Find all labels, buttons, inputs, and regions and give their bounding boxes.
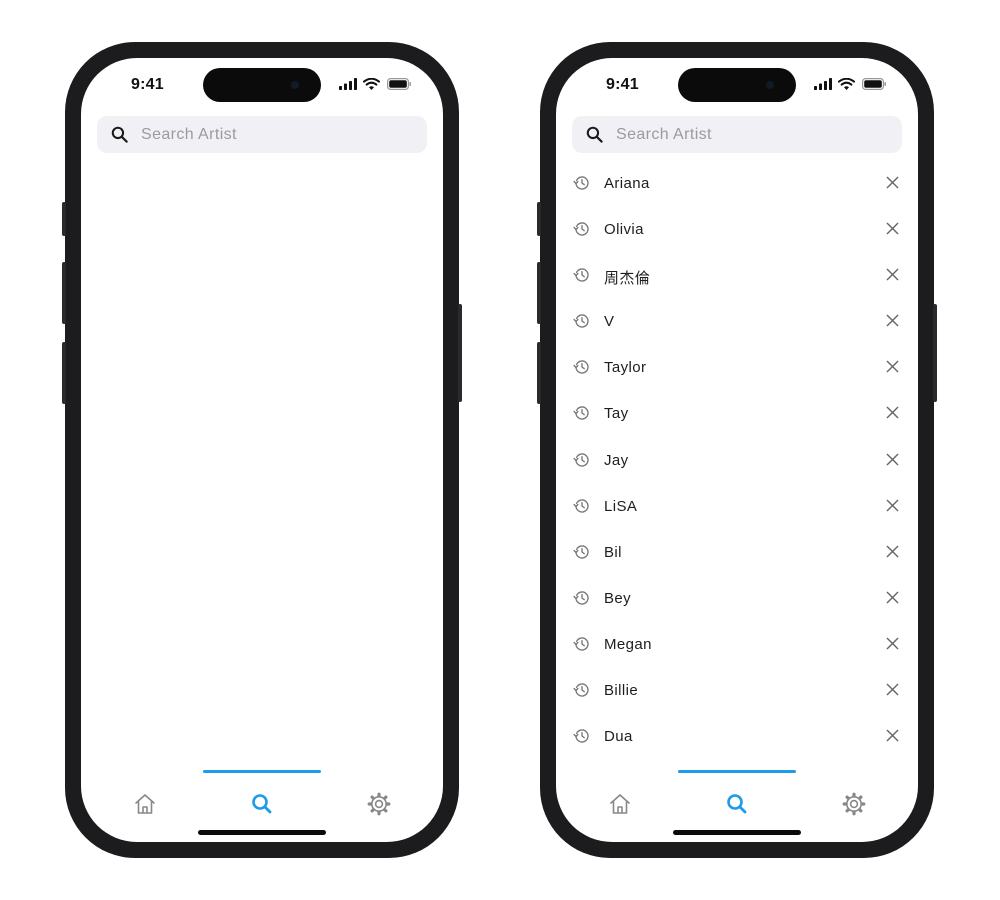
search-bar[interactable]: [572, 116, 902, 153]
history-item-label: Ariana: [604, 175, 650, 192]
volume-down-button: [62, 342, 66, 404]
close-icon[interactable]: [885, 359, 900, 374]
wifi-icon: [838, 78, 855, 90]
screen: 9:41: [81, 58, 443, 842]
phone-frame: 9:41: [62, 42, 462, 858]
gear-icon: [842, 792, 866, 816]
status-time: 9:41: [606, 76, 639, 93]
history-icon: [573, 591, 589, 605]
search-input[interactable]: [141, 116, 411, 153]
status-icons: [814, 78, 886, 90]
history-item-label: Dua: [604, 728, 633, 746]
history-icon: [573, 406, 589, 421]
tab-search[interactable]: [723, 790, 751, 818]
history-item[interactable]: Bey: [556, 575, 918, 621]
history-item[interactable]: V: [556, 298, 918, 344]
search-history-list: Ariana Olivia 周杰倫 V Taylor Tay Jay LiSA …: [556, 160, 918, 759]
history-item[interactable]: LiSA: [556, 483, 918, 529]
history-icon: [573, 222, 589, 236]
close-icon[interactable]: [885, 682, 900, 697]
history-item-label: Olivia: [604, 221, 644, 239]
tab-settings[interactable]: [840, 790, 868, 818]
status-icons: [339, 78, 411, 90]
history-item[interactable]: Olivia: [556, 206, 918, 252]
history-item[interactable]: Dua: [556, 713, 918, 759]
close-icon[interactable]: [885, 175, 900, 190]
status-time: 9:41: [131, 76, 164, 93]
search-icon: [252, 794, 272, 814]
close-icon[interactable]: [885, 405, 900, 420]
gear-icon: [367, 792, 391, 816]
history-item[interactable]: Bil: [556, 529, 918, 575]
history-icon: [573, 360, 589, 375]
history-item-label: 周杰倫: [604, 270, 651, 288]
history-icon: [573, 176, 589, 190]
search-icon: [586, 126, 603, 143]
history-icon: [573, 268, 589, 282]
dynamic-island: [203, 68, 321, 102]
close-icon[interactable]: [885, 590, 900, 605]
history-item[interactable]: Billie: [556, 667, 918, 713]
action-button: [537, 202, 541, 236]
close-icon[interactable]: [885, 221, 900, 236]
signal-icon: [814, 78, 832, 90]
dynamic-island: [678, 68, 796, 102]
history-item-label: V: [604, 313, 615, 331]
search-icon: [727, 794, 747, 814]
close-icon[interactable]: [885, 267, 900, 282]
close-icon[interactable]: [885, 498, 900, 513]
history-icon: [573, 314, 589, 328]
history-item-label: Jay: [604, 451, 629, 469]
history-item-label: Taylor: [604, 359, 647, 377]
volume-up-button: [537, 262, 541, 324]
history-item-label: Megan: [604, 635, 652, 653]
battery-icon: [387, 78, 411, 90]
action-button: [62, 202, 66, 236]
history-item-label: Tay: [604, 405, 629, 423]
history-icon: [573, 637, 589, 651]
power-button: [933, 304, 937, 402]
screen: 9:41: [556, 58, 918, 842]
home-indicator[interactable]: [198, 830, 326, 835]
search-input[interactable]: [616, 116, 886, 153]
history-item-label: Bil: [604, 543, 622, 561]
tab-home[interactable]: [131, 790, 159, 818]
volume-down-button: [537, 342, 541, 404]
history-icon: [573, 729, 589, 743]
history-icon: [573, 499, 589, 513]
close-icon[interactable]: [885, 636, 900, 651]
tab-settings[interactable]: [365, 790, 393, 818]
history-item-label: Billie: [604, 682, 639, 700]
active-tab-indicator: [203, 770, 321, 773]
history-item[interactable]: Ariana: [556, 160, 918, 206]
history-item-label: LiSA: [604, 497, 638, 515]
tab-home[interactable]: [606, 790, 634, 818]
close-icon[interactable]: [885, 544, 900, 559]
power-button: [458, 304, 462, 402]
active-tab-indicator: [678, 770, 796, 773]
history-item[interactable]: 周杰倫: [556, 252, 918, 298]
volume-up-button: [62, 262, 66, 324]
battery-icon: [862, 78, 886, 90]
phone-frame: 9:41: [537, 42, 937, 858]
history-icon: [573, 452, 589, 467]
history-item[interactable]: Taylor: [556, 344, 918, 390]
close-icon[interactable]: [885, 728, 900, 743]
history-icon: [573, 545, 589, 559]
history-item[interactable]: Tay: [556, 390, 918, 436]
history-item[interactable]: Megan: [556, 621, 918, 667]
home-icon: [135, 794, 155, 814]
history-icon: [573, 683, 589, 697]
history-item[interactable]: Jay: [556, 437, 918, 483]
signal-icon: [339, 78, 357, 90]
home-icon: [610, 794, 630, 814]
close-icon[interactable]: [885, 313, 900, 328]
wifi-icon: [363, 78, 380, 90]
tab-search[interactable]: [248, 790, 276, 818]
home-indicator[interactable]: [673, 830, 801, 835]
search-icon: [111, 126, 128, 143]
history-item-label: Bey: [604, 589, 632, 607]
search-bar[interactable]: [97, 116, 427, 153]
close-icon[interactable]: [885, 452, 900, 467]
